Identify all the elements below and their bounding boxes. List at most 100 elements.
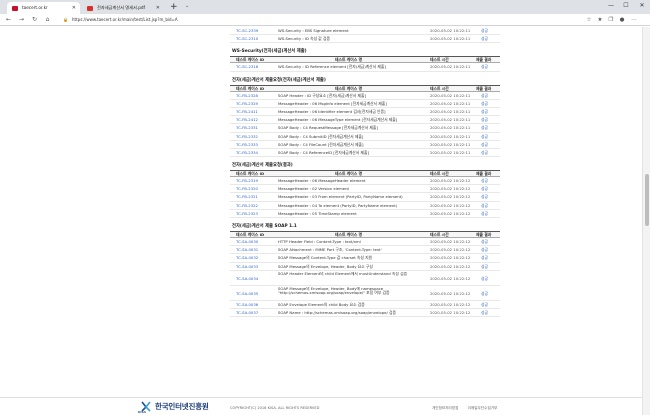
star-icon[interactable]: ☆ bbox=[585, 14, 593, 26]
more-menu-icon[interactable]: ⋯ bbox=[630, 14, 638, 26]
test-result-link[interactable]: 성공 bbox=[481, 286, 488, 301]
test-case-id-link[interactable]: TC-FB-2320 bbox=[236, 185, 258, 193]
test-case-title: SOAP Body : C4 FileCount [전자세금계산서 제출] bbox=[278, 141, 364, 147]
org-name: 한국인터넷진흥원 bbox=[155, 402, 209, 411]
test-time: 2020-05-02 10:22:11 bbox=[430, 117, 471, 123]
test-case-title: SOAP Body : C4 SubmitID [전자세금계산서 제출] bbox=[278, 133, 364, 139]
test-case-id-link[interactable]: TC-FB-2332 bbox=[236, 133, 258, 141]
test-result-link[interactable]: 성공 bbox=[481, 185, 488, 193]
test-time: 2020-05-02 10:22:11 bbox=[430, 133, 471, 139]
test-result-link[interactable]: 성공 bbox=[481, 27, 488, 35]
test-case-id-link[interactable]: TC-FB-2411 bbox=[236, 108, 258, 116]
test-result-link[interactable]: 성공 bbox=[481, 246, 488, 254]
test-case-id-link[interactable]: TC-SA-0034 bbox=[236, 271, 258, 286]
test-case-id-link[interactable]: TC-SA-0033 bbox=[236, 263, 258, 271]
test-case-id-link[interactable]: TC-FB-2321 bbox=[236, 193, 258, 201]
test-case-id-link[interactable]: TC-FB-2319 bbox=[236, 177, 258, 185]
test-case-id-link[interactable]: TC-FB-2334 bbox=[236, 149, 258, 157]
test-time: 2020-05-02 10:22:11 bbox=[430, 36, 471, 42]
test-result-link[interactable]: 성공 bbox=[481, 92, 488, 100]
tab-close-icon[interactable]: ✕ bbox=[156, 2, 160, 14]
browser-toolbar: ← → ↻ ⌂ 🔒 https://www.taecert.or.kr/main/… bbox=[0, 14, 650, 26]
section-title: 전자(세금)계산서 제출요청(결과) bbox=[232, 163, 293, 169]
test-result-link[interactable]: 성공 bbox=[481, 301, 488, 309]
tab-menu-icon[interactable]: ⌄ bbox=[185, 3, 189, 9]
table-row: TC-FB-2321 MessageHeader : 03 From elemen… bbox=[230, 193, 500, 202]
test-result-link[interactable]: 성공 bbox=[481, 141, 488, 149]
table-header: 테스트 케이스 ID 테스트 케이스 명 테스트 시간 제출 결과 bbox=[230, 231, 500, 238]
test-case-title: MessageHeader : 06 MessageType element [… bbox=[278, 117, 398, 123]
test-result-link[interactable]: 성공 bbox=[481, 124, 488, 132]
test-case-id-link[interactable]: TC-SA-0031 bbox=[236, 246, 258, 254]
test-result-link[interactable]: 성공 bbox=[481, 63, 488, 71]
pdf-favicon-icon bbox=[87, 5, 93, 11]
test-result-link[interactable]: 성공 bbox=[481, 202, 488, 210]
page-scrollbar[interactable] bbox=[642, 27, 650, 415]
new-tab-button[interactable]: + bbox=[170, 2, 178, 12]
test-case-id-link[interactable]: TC-FB-2322 bbox=[236, 202, 258, 210]
test-result-link[interactable]: 성공 bbox=[481, 100, 488, 108]
home-icon[interactable]: ⌂ bbox=[43, 14, 52, 26]
collections-icon[interactable]: ❐ bbox=[607, 14, 615, 26]
test-result-link[interactable]: 성공 bbox=[481, 210, 488, 218]
test-case-id-link[interactable]: TC-FB-2328 bbox=[236, 92, 258, 100]
test-result-link[interactable]: 성공 bbox=[481, 108, 488, 116]
browser-tab-active[interactable]: taecert.or.kr ✕ bbox=[7, 2, 80, 14]
test-result-link[interactable]: 성공 bbox=[481, 116, 488, 124]
email-policy-link[interactable]: 이메일무단수집거부 bbox=[468, 406, 498, 410]
test-case-title: MessageHeader : 05 TimeStamp element bbox=[278, 210, 357, 216]
test-result-link[interactable]: 성공 bbox=[481, 133, 488, 141]
test-result-link[interactable]: 성공 bbox=[481, 238, 488, 246]
test-time: 2020-05-02 10:22:12 bbox=[430, 202, 471, 208]
test-case-id-link[interactable]: TC-FB-2329 bbox=[236, 100, 258, 108]
test-result-link[interactable]: 성공 bbox=[481, 254, 488, 262]
test-time: 2020-05-02 10:22:11 bbox=[430, 64, 471, 70]
test-case-id-link[interactable]: TC-SA-0032 bbox=[236, 254, 258, 262]
test-time: 2020-05-02 10:22:11 bbox=[430, 141, 471, 147]
copyright-text: COPYRIGHT(C) 2016 KISA. ALL RIGHTS RESER… bbox=[230, 406, 320, 410]
test-case-id-link[interactable]: TC-SA-0036 bbox=[236, 301, 258, 309]
test-result-link[interactable]: 성공 bbox=[481, 35, 488, 43]
minimize-button[interactable]: — bbox=[605, 2, 617, 10]
address-bar[interactable]: 🔒 https://www.taecert.or.kr/main/test/Lis… bbox=[63, 16, 583, 24]
table-row: TC-SA-0033 SOAP Message의 Envelope, Header… bbox=[230, 263, 500, 271]
test-time: 2020-05-02 10:22:11 bbox=[430, 100, 471, 106]
forward-arrow-icon[interactable]: → bbox=[17, 14, 26, 26]
test-result-link[interactable]: 성공 bbox=[481, 271, 488, 286]
test-result-link[interactable]: 성공 bbox=[481, 193, 488, 201]
test-result-content: TC-SC-2339 WS-Security : EBS Signature el… bbox=[230, 27, 500, 397]
maximize-button[interactable]: ☐ bbox=[620, 2, 632, 10]
test-time: 2020-05-02 10:22:12 bbox=[430, 309, 471, 315]
test-result-link[interactable]: 성공 bbox=[481, 177, 488, 185]
test-case-title: MessageHeader : 06 MessageHeader element bbox=[278, 178, 366, 184]
test-case-id-link[interactable]: TC-FB-2412 bbox=[236, 116, 258, 124]
test-case-id-link[interactable]: TC-SC-2339 bbox=[236, 27, 258, 35]
test-case-title: SOAP Header Element의 child Element에서 mus… bbox=[278, 271, 408, 276]
scrollbar-thumb[interactable] bbox=[645, 174, 649, 226]
test-case-id-link[interactable]: TC-FB-2331 bbox=[236, 124, 258, 132]
back-arrow-icon[interactable]: ← bbox=[4, 14, 13, 26]
privacy-policy-link[interactable]: 개인정보처리방침 bbox=[432, 406, 458, 410]
favorites-icon[interactable]: ★ bbox=[596, 14, 604, 26]
site-favicon-icon bbox=[12, 5, 18, 11]
test-case-id-link[interactable]: TC-SC-2316 bbox=[236, 63, 258, 71]
test-result-link[interactable]: 성공 bbox=[481, 263, 488, 271]
tab-close-icon[interactable]: ✕ bbox=[72, 2, 76, 14]
page-footer: KISA 한국인터넷진흥원 COPYRIGHT(C) 2016 KISA. AL… bbox=[0, 397, 642, 415]
test-result-link[interactable]: 성공 bbox=[481, 149, 488, 157]
test-case-id-link[interactable]: TC-FB-2323 bbox=[236, 210, 258, 218]
test-result-link[interactable]: 성공 bbox=[481, 309, 488, 317]
table-row: TC-SC-2310 WS-Security : ID 속성 값 검증 2020-0… bbox=[230, 35, 500, 44]
close-window-button[interactable]: ✕ bbox=[636, 2, 648, 10]
test-case-id-link[interactable]: TC-SA-0035 bbox=[236, 286, 258, 301]
table-row: TC-SA-0032 SOAP Message의 Content-Type 값 c… bbox=[230, 254, 500, 263]
test-case-id-link[interactable]: TC-SA-0030 bbox=[236, 238, 258, 246]
test-case-id-link[interactable]: TC-SC-2310 bbox=[236, 35, 258, 43]
test-case-id-link[interactable]: TC-SA-0037 bbox=[236, 309, 258, 317]
test-case-id-link[interactable]: TC-FB-2333 bbox=[236, 141, 258, 149]
table-row: TC-FB-2411 MessageHeader : 06 Identifier … bbox=[230, 108, 500, 117]
browser-tab-pdf[interactable]: 전자세금계산서 명세서.pdf ✕ bbox=[82, 2, 164, 14]
test-case-title: SOAP Message의 Envelope, Header, Body 요소 … bbox=[278, 263, 373, 269]
profile-icon[interactable]: ● bbox=[618, 14, 626, 26]
refresh-icon[interactable]: ↻ bbox=[30, 14, 39, 26]
